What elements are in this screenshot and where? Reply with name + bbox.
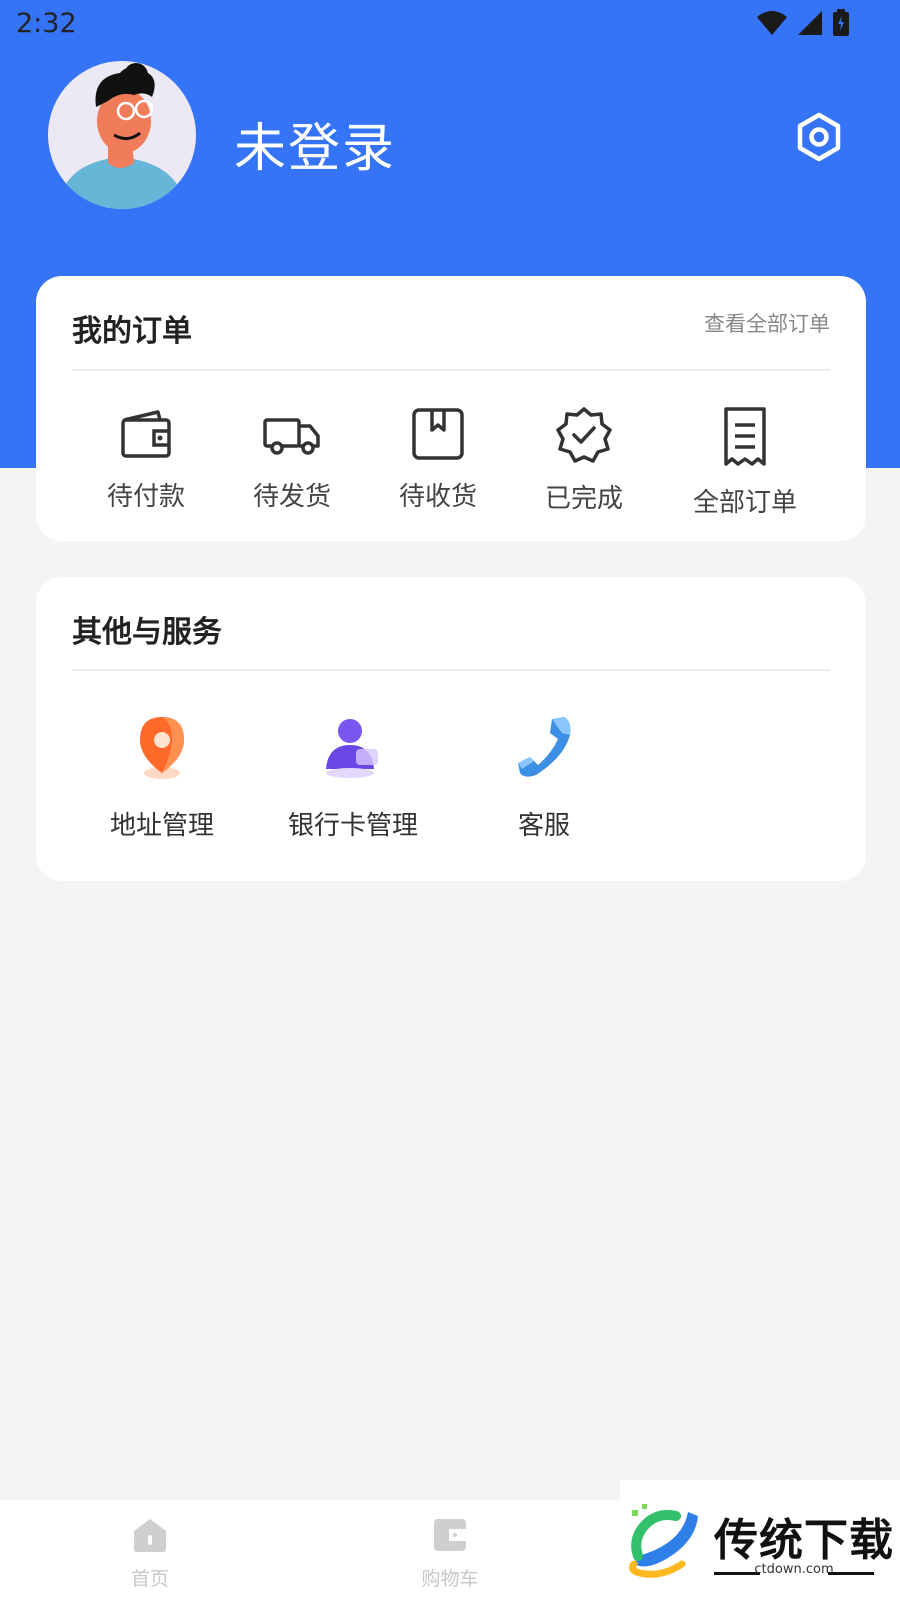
order-label: 待收货 xyxy=(398,482,477,512)
home-icon xyxy=(134,1519,166,1552)
tab-cart[interactable]: 购物车 xyxy=(390,1516,510,1591)
watermark-title: 传统下载 xyxy=(714,1515,894,1566)
receipt-icon xyxy=(724,407,766,466)
service-label: 银行卡管理 xyxy=(287,811,418,841)
battery-icon xyxy=(833,9,849,36)
order-pending-receipt[interactable]: 待收货 xyxy=(368,406,508,513)
services-card: 其他与服务 地址管理 银行卡管理 客服 xyxy=(36,577,866,881)
status-bar: 2:32 xyxy=(0,0,900,50)
service-address[interactable]: 地址管理 xyxy=(72,713,252,842)
avatar[interactable] xyxy=(48,61,196,209)
tab-home[interactable]: 首页 xyxy=(90,1516,210,1591)
settings-hexagon-icon[interactable] xyxy=(796,112,842,162)
service-bank-card[interactable]: 银行卡管理 xyxy=(258,713,448,842)
avatar-illustration-icon xyxy=(58,63,186,209)
username-label[interactable]: 未登录 xyxy=(234,106,396,181)
verified-badge-icon xyxy=(556,407,612,463)
signal-icon xyxy=(798,11,822,35)
service-label: 客服 xyxy=(517,811,570,841)
services-title: 其他与服务 xyxy=(72,615,222,650)
wallet-icon xyxy=(121,410,171,458)
order-all[interactable]: 全部订单 xyxy=(660,406,830,519)
order-pending-payment[interactable]: 待付款 xyxy=(76,406,216,513)
divider xyxy=(72,669,830,671)
phone-icon xyxy=(518,717,571,777)
wifi-icon xyxy=(757,11,787,35)
watermark-subtitle: ctdown.com xyxy=(754,1562,834,1577)
view-all-orders-link[interactable]: 查看全部订单 xyxy=(704,308,830,338)
watermark-logo-icon xyxy=(629,1504,698,1578)
location-pin-icon xyxy=(140,717,184,779)
orders-title: 我的订单 xyxy=(72,314,192,349)
order-label: 待付款 xyxy=(106,482,185,512)
watermark-logo: 传统下载 ctdown.com xyxy=(620,1480,900,1600)
order-label: 已完成 xyxy=(544,484,623,514)
orders-card: 我的订单 查看全部订单 待付款 待发货 待收货 已完成 全部订单 xyxy=(36,276,866,541)
tab-label: 购物车 xyxy=(421,1568,479,1590)
status-time: 2:32 xyxy=(16,8,77,39)
order-label: 待发货 xyxy=(252,482,331,512)
user-card-icon xyxy=(326,719,378,778)
service-label: 地址管理 xyxy=(109,811,214,841)
order-pending-shipment[interactable]: 待发货 xyxy=(222,406,362,513)
bookmark-box-icon xyxy=(412,408,464,460)
cart-wallet-icon xyxy=(434,1519,466,1551)
divider xyxy=(72,369,830,371)
order-label: 全部订单 xyxy=(692,488,797,518)
service-customer-support[interactable]: 客服 xyxy=(454,713,634,842)
truck-icon xyxy=(263,418,320,455)
tab-label: 首页 xyxy=(130,1568,169,1590)
order-completed[interactable]: 已完成 xyxy=(514,406,654,515)
